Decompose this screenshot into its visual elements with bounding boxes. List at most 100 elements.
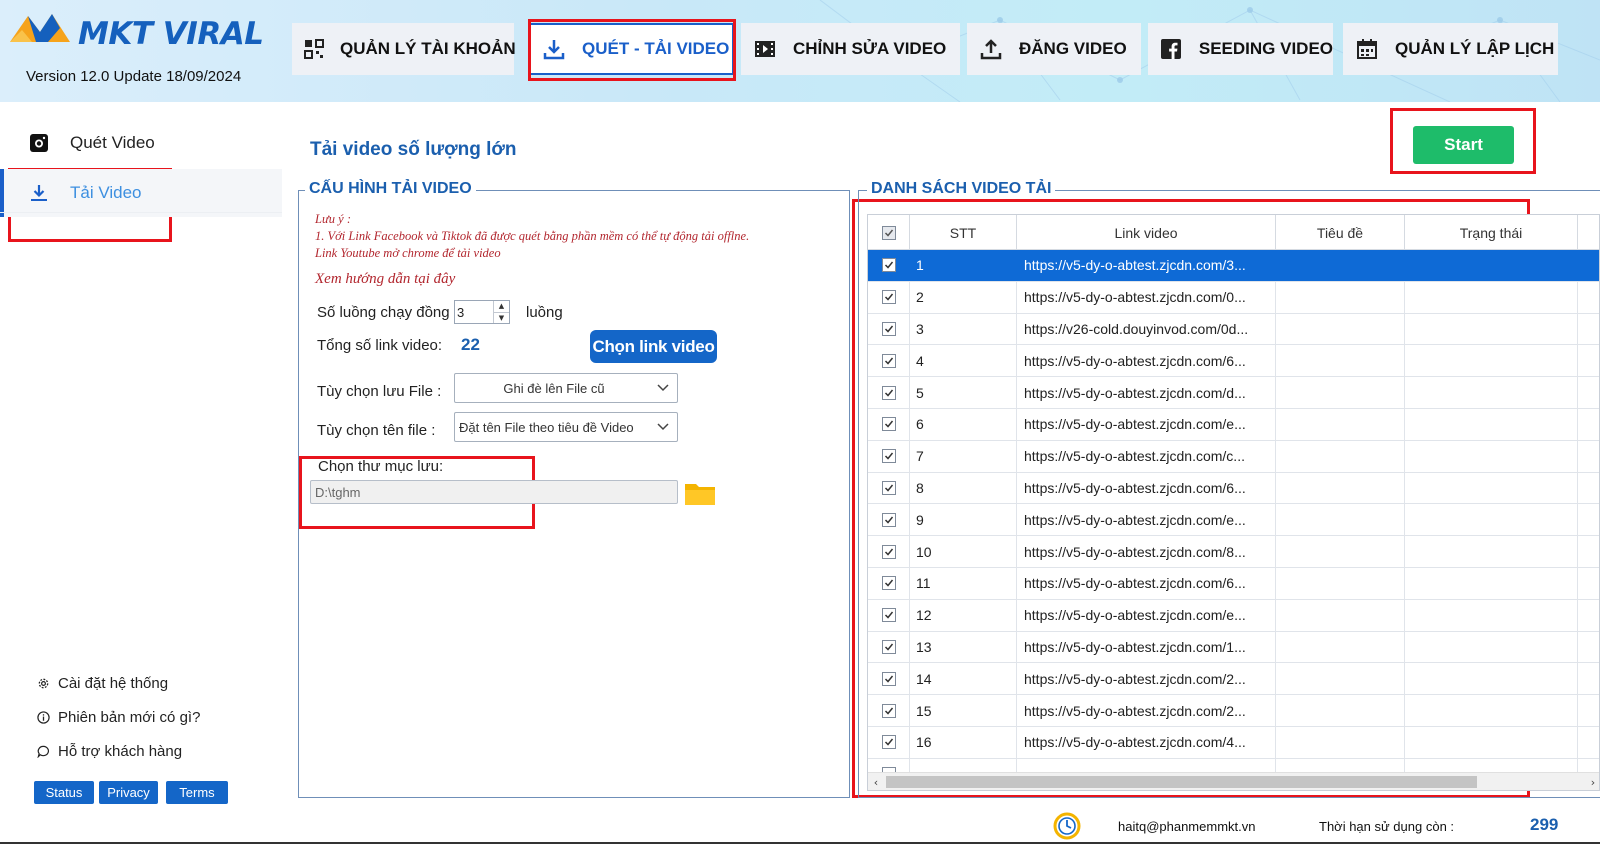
row-checkbox[interactable] (881, 321, 896, 336)
folder-path-input[interactable]: D:\tghm (310, 480, 678, 504)
table-row[interactable]: 2 https://v5-dy-o-abtest.zjcdn.com/0... (868, 281, 1599, 314)
row-stt: 7 (910, 440, 1017, 472)
tab-label: ĐĂNG VIDEO (1019, 39, 1127, 58)
row-status (1405, 663, 1578, 695)
row-checkbox[interactable] (881, 703, 896, 718)
tab-scan-download-video[interactable]: QUÉT - TẢI VIDEO (528, 23, 734, 75)
tab-account-management[interactable]: QUẢN LÝ TÀI KHOẢN (292, 23, 516, 75)
row-checkbox[interactable] (881, 449, 896, 464)
row-extra (1578, 695, 1599, 726)
upload-icon (979, 37, 1003, 61)
row-checkbox[interactable] (881, 576, 896, 591)
table-row[interactable]: 9 https://v5-dy-o-abtest.zjcdn.com/e... (868, 504, 1599, 537)
tab-label: QUÉT - TẢI VIDEO (582, 39, 730, 58)
table-row[interactable]: 8 https://v5-dy-o-abtest.zjcdn.com/6... (868, 472, 1599, 505)
sidebar-item-scan-video[interactable]: Quét Video (0, 119, 282, 167)
table-row[interactable]: 12 https://v5-dy-o-abtest.zjcdn.com/e... (868, 599, 1599, 632)
privacy-button[interactable]: Privacy (99, 781, 158, 804)
table-row[interactable]: 16 https://v5-dy-o-abtest.zjcdn.com/4... (868, 726, 1599, 759)
horizontal-scrollbar[interactable]: ‹ › (868, 772, 1599, 790)
table-row[interactable]: 13 https://v5-dy-o-abtest.zjcdn.com/1... (868, 631, 1599, 664)
row-checkbox-cell[interactable] (868, 726, 910, 758)
row-checkbox[interactable] (881, 512, 896, 527)
choose-link-video-button[interactable]: Chọn link video (590, 330, 717, 363)
row-checkbox[interactable] (881, 417, 896, 432)
row-checkbox-cell[interactable] (868, 440, 910, 472)
tab-seeding-video[interactable]: SEEDING VIDEO (1148, 23, 1333, 75)
scroll-left-icon[interactable]: ‹ (868, 773, 884, 790)
row-checkbox-cell[interactable] (868, 408, 910, 440)
select-all-checkbox[interactable] (881, 225, 896, 240)
table-row[interactable]: 11 https://v5-dy-o-abtest.zjcdn.com/6... (868, 567, 1599, 600)
row-checkbox[interactable] (881, 290, 896, 305)
column-header-status[interactable]: Trạng thái (1405, 215, 1578, 250)
whats-new-link[interactable]: Phiên bản mới có gì? (36, 709, 200, 726)
tab-post-video[interactable]: ĐĂNG VIDEO (967, 23, 1141, 75)
scrollbar-thumb[interactable] (886, 776, 1477, 788)
table-row[interactable]: 7 https://v5-dy-o-abtest.zjcdn.com/c... (868, 440, 1599, 473)
row-checkbox-cell[interactable] (868, 345, 910, 377)
row-checkbox-cell[interactable] (868, 281, 910, 313)
row-link: https://v5-dy-o-abtest.zjcdn.com/4... (1017, 726, 1276, 758)
row-checkbox-cell[interactable] (868, 536, 910, 567)
table-row[interactable]: 4 https://v5-dy-o-abtest.zjcdn.com/6... (868, 345, 1599, 378)
table-row[interactable]: 10 https://v5-dy-o-abtest.zjcdn.com/8... (868, 536, 1599, 568)
row-status (1405, 440, 1578, 472)
row-checkbox[interactable] (881, 385, 896, 400)
row-checkbox-cell[interactable] (868, 663, 910, 695)
row-checkbox-cell[interactable] (868, 631, 910, 663)
start-button[interactable]: Start (1413, 126, 1514, 164)
scroll-right-icon[interactable]: › (1585, 773, 1599, 790)
tab-schedule-management[interactable]: QUẢN LÝ LẬP LỊCH (1343, 23, 1558, 75)
row-checkbox-cell[interactable] (868, 472, 910, 504)
spin-up-icon[interactable]: ▲ (494, 301, 509, 312)
sidebar-item-download-video[interactable]: Tải Video (0, 169, 282, 217)
row-checkbox[interactable] (881, 671, 896, 686)
terms-button[interactable]: Terms (166, 781, 228, 804)
row-checkbox-cell[interactable] (868, 567, 910, 599)
column-header-link[interactable]: Link video (1017, 215, 1276, 250)
select-all-cell[interactable] (868, 215, 910, 250)
gear-icon (36, 677, 50, 691)
row-checkbox[interactable] (881, 258, 896, 273)
row-checkbox[interactable] (881, 639, 896, 654)
row-title (1276, 663, 1405, 695)
status-button[interactable]: Status (34, 781, 94, 804)
tab-edit-video[interactable]: CHỈNH SỬA VIDEO (741, 23, 960, 75)
table-row[interactable]: 3 https://v26-cold.douyinvod.com/0d... (868, 313, 1599, 346)
row-checkbox[interactable] (881, 735, 896, 750)
row-checkbox[interactable] (881, 353, 896, 368)
row-checkbox-cell[interactable] (868, 695, 910, 726)
threads-stepper[interactable]: 3 ▲ ▼ (454, 300, 510, 324)
row-checkbox[interactable] (881, 544, 896, 559)
top-header: MKT VIRAL Version 12.0 Update 18/09/2024… (0, 0, 1600, 102)
customer-support-link[interactable]: Hỗ trợ khách hàng (36, 743, 182, 760)
row-link: https://v5-dy-o-abtest.zjcdn.com/e... (1017, 599, 1276, 631)
row-title (1276, 313, 1405, 345)
row-checkbox[interactable] (881, 480, 896, 495)
guide-link[interactable]: Xem hướng dẫn tại đây (315, 271, 455, 288)
row-checkbox[interactable] (881, 608, 896, 623)
row-checkbox-cell[interactable] (868, 599, 910, 631)
row-status (1405, 472, 1578, 504)
row-checkbox-cell[interactable] (868, 504, 910, 536)
row-link: https://v5-dy-o-abtest.zjcdn.com/6... (1017, 567, 1276, 599)
spin-down-icon[interactable]: ▼ (494, 311, 509, 324)
table-row[interactable]: 15 https://v5-dy-o-abtest.zjcdn.com/2... (868, 695, 1599, 727)
save-option-select[interactable]: Ghi đè lên File cũ (454, 373, 678, 403)
table-row[interactable]: 5 https://v5-dy-o-abtest.zjcdn.com/d... (868, 377, 1599, 409)
column-header-title[interactable]: Tiêu đề (1276, 215, 1405, 250)
row-status (1405, 313, 1578, 345)
table-row[interactable]: 1 https://v5-dy-o-abtest.zjcdn.com/3... (868, 250, 1599, 282)
column-header-stt[interactable]: STT (910, 215, 1017, 250)
name-option-select[interactable]: Đặt tên File theo tiêu đề Video (454, 412, 678, 442)
row-checkbox-cell[interactable] (868, 377, 910, 408)
table-row[interactable]: 6 https://v5-dy-o-abtest.zjcdn.com/e... (868, 408, 1599, 441)
threads-value[interactable]: 3 (455, 301, 493, 323)
system-settings-link[interactable]: Cài đặt hệ thống (36, 675, 168, 692)
table-row[interactable]: 14 https://v5-dy-o-abtest.zjcdn.com/2... (868, 663, 1599, 696)
folder-icon[interactable] (684, 480, 716, 506)
row-checkbox-cell[interactable] (868, 313, 910, 345)
config-group-title: CẤU HÌNH TẢI VIDEO (305, 180, 476, 198)
row-checkbox-cell[interactable] (868, 250, 910, 281)
